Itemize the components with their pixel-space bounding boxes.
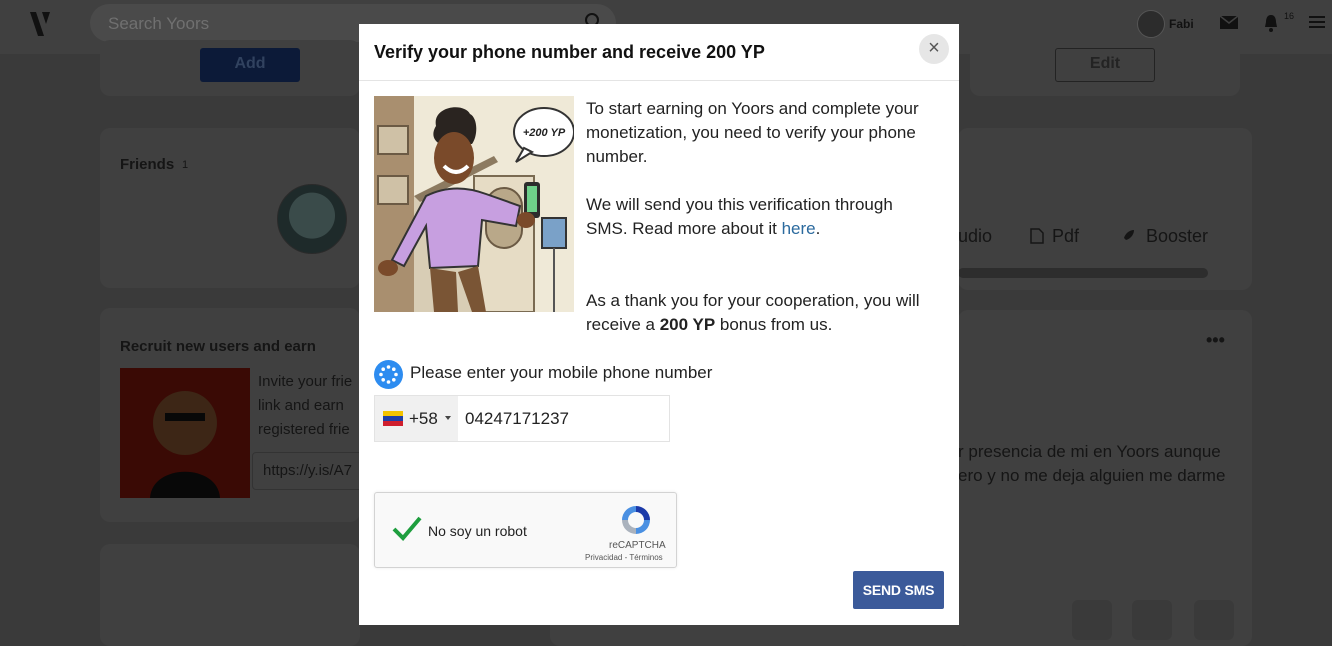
info-paragraph-3: As a thank you for your cooperation, you… <box>586 289 926 337</box>
recaptcha-brand: reCAPTCHA <box>609 540 666 551</box>
media-item-booster[interactable]: Booster <box>1120 226 1208 247</box>
info-paragraph-3-end: bonus from us. <box>715 315 833 334</box>
yoors-logo-icon[interactable] <box>24 6 58 42</box>
friends-card: Friends 1 <box>100 128 360 288</box>
phone-verify-illustration: +200 YP <box>374 96 574 312</box>
send-sms-button[interactable]: SEND SMS <box>853 571 944 609</box>
agent-avatar-icon <box>150 391 220 498</box>
recruit-title: Recruit new users and earn <box>120 338 316 355</box>
post-card: ••• r presencia de mi en Yoors aunque er… <box>958 310 1252 646</box>
finance-card <box>100 544 360 646</box>
info-paragraph-1: To start earning on Yoors and complete y… <box>586 99 919 166</box>
man-with-phone-illustration: +200 YP <box>374 96 574 312</box>
post-text: r presencia de mi en Yoors aunque ero y … <box>958 442 1226 485</box>
gallery-button[interactable] <box>1132 600 1172 640</box>
phone-label: Please enter your mobile phone number <box>410 363 713 382</box>
verify-phone-modal: Verify your phone number and receive 200… <box>359 24 959 625</box>
info-paragraph-2-end: . <box>815 219 821 238</box>
venezuela-flag-icon <box>383 411 403 426</box>
media-scrollbar[interactable] <box>958 268 1208 278</box>
media-item-pdf-label: Pdf <box>1052 226 1080 246</box>
read-more-link[interactable]: here <box>782 219 816 238</box>
bonus-amount: 200 YP <box>659 315 716 334</box>
menu-icon[interactable] <box>1308 13 1326 31</box>
media-card: udio Pdf Booster <box>958 128 1252 290</box>
bell-icon[interactable] <box>1262 13 1280 33</box>
close-icon: × <box>928 37 940 59</box>
country-code: +58 <box>409 409 438 428</box>
bubble-text: +200 YP <box>523 127 566 139</box>
edit-button[interactable]: Edit <box>1055 48 1155 82</box>
media-type-row: udio Pdf Booster <box>958 226 1228 286</box>
phone-number-input[interactable] <box>459 396 669 441</box>
info-paragraph-2: We will send you this verification throu… <box>586 193 926 241</box>
phone-field: +58 <box>374 395 670 442</box>
recaptcha-terms-link[interactable]: Privacidad - Términos <box>585 553 663 562</box>
more-options-icon[interactable]: ••• <box>1206 330 1225 351</box>
info-paragraph-2-text: We will send you this verification throu… <box>586 195 893 238</box>
share-button[interactable] <box>1194 600 1234 640</box>
info-text: To start earning on Yoors and complete y… <box>586 97 926 361</box>
modal-header: Verify your phone number and receive 200… <box>359 24 959 81</box>
recruit-card: Recruit new users and earn Invite your f… <box>100 308 372 522</box>
caret-down-icon <box>445 416 451 420</box>
country-code-select[interactable]: +58 <box>375 396 458 441</box>
profile-card-left: Add <box>100 40 360 96</box>
notification-count: 16 <box>1284 11 1295 21</box>
friend-avatar[interactable] <box>277 184 347 254</box>
user-name[interactable]: Fabi <box>1169 17 1194 31</box>
user-avatar[interactable] <box>1137 10 1165 38</box>
media-item-booster-label: Booster <box>1146 226 1209 246</box>
friends-count: 1 <box>182 159 189 171</box>
mail-icon[interactable] <box>1219 13 1239 31</box>
modal-title: Verify your phone number and receive 200… <box>374 42 765 62</box>
captcha-label: No soy un robot <box>428 523 527 539</box>
search-input[interactable]: Search Yoors <box>108 14 209 34</box>
pdf-icon <box>1030 228 1044 244</box>
tip-button[interactable] <box>1072 600 1112 640</box>
close-button[interactable]: × <box>919 34 949 64</box>
recaptcha-widget: No soy un robot reCAPTCHA Privacidad - T… <box>374 492 677 568</box>
media-item-pdf[interactable]: Pdf <box>1030 226 1079 247</box>
add-button[interactable]: Add <box>200 48 300 82</box>
recaptcha-logo-icon <box>622 506 650 534</box>
checkmark-icon[interactable] <box>391 513 423 543</box>
media-item-audio[interactable]: udio <box>958 226 992 247</box>
recruit-illustration <box>120 368 250 498</box>
profile-card-right: Edit <box>970 40 1240 96</box>
friends-title: Friends <box>120 156 175 173</box>
recruit-link-field[interactable]: https://y.is/A7 <box>252 452 372 490</box>
rocket-icon <box>1124 230 1134 240</box>
loading-spinner-icon <box>374 360 403 389</box>
